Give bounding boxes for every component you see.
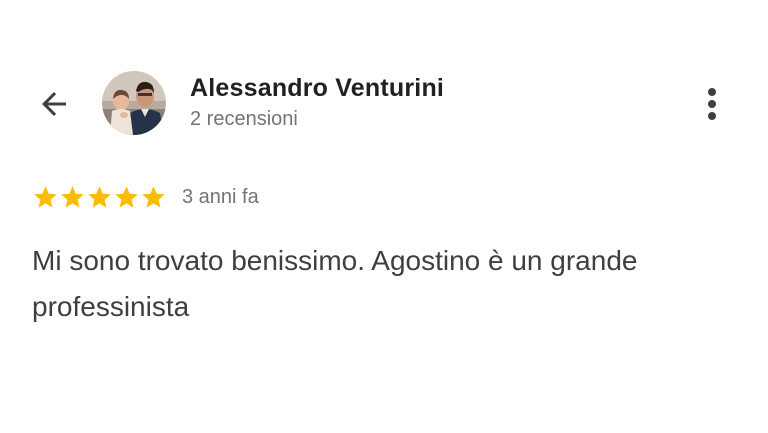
star-icon (142, 185, 165, 208)
review-date: 3 anni fa (182, 185, 259, 208)
rating-row: 3 anni fa (32, 182, 259, 212)
arrow-left-icon (42, 92, 66, 116)
review-text: Mi sono trovato benissimo. Agostino è un… (32, 245, 638, 322)
back-button[interactable] (32, 84, 76, 124)
star-icon (115, 185, 138, 208)
review-count: 2 recensioni (190, 108, 298, 130)
more-vert-icon (708, 88, 716, 120)
star-icon (34, 185, 57, 208)
star-icon (61, 185, 84, 208)
review-header: Alessandro Venturini 2 recensioni (0, 0, 768, 180)
star-rating (32, 184, 167, 211)
avatar[interactable] (102, 71, 166, 135)
star-icon (88, 185, 111, 208)
reviewer-name[interactable]: Alessandro Venturini (190, 74, 444, 103)
profile-photo (102, 71, 166, 135)
more-options-button[interactable] (692, 82, 732, 126)
